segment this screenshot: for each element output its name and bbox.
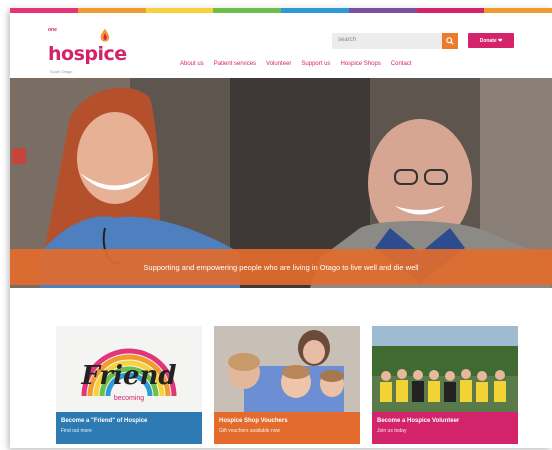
friend-badge: Friend becoming: [80, 348, 177, 402]
children-photo: [214, 326, 360, 412]
card-title: Become a Hospice Volunteer: [377, 418, 460, 424]
donate-button[interactable]: Donate ❤: [468, 33, 514, 48]
hero-banner: Supporting and empowering people who are…: [10, 78, 552, 288]
hero-caption: Supporting and empowering people who are…: [10, 249, 552, 285]
nav-item-volunteer[interactable]: Volunteer: [266, 61, 291, 67]
search-input[interactable]: search: [332, 33, 442, 49]
logo-wordmark: hospice: [48, 43, 127, 65]
card-label: Become a "Friend" of Hospice Find out mo…: [56, 412, 202, 444]
card-subtitle: Gift vouchers available now: [219, 428, 281, 434]
card-subtitle: Find out more: [61, 428, 92, 434]
nav-item-contact[interactable]: Contact: [391, 61, 412, 67]
main-nav: About us Patient services Volunteer Supp…: [180, 61, 411, 67]
site-header: one hospice South Otago search Donate ❤ …: [10, 13, 552, 81]
card-title: Hospice Shop Vouchers: [219, 418, 288, 424]
card-label: Hospice Shop Vouchers Gift vouchers avai…: [214, 412, 360, 444]
friend-badge-word: Friend: [80, 361, 176, 391]
card-subtitle: Join us today: [377, 428, 407, 434]
logo-small-text: one: [48, 27, 57, 33]
search-button[interactable]: [442, 33, 458, 49]
nav-item-patient-services[interactable]: Patient services: [214, 61, 256, 67]
card-volunteer[interactable]: Become a Hospice Volunteer Join us today: [372, 326, 518, 444]
volunteers-photo: [372, 326, 518, 412]
friend-badge-sub: becoming: [114, 395, 144, 402]
hospice-logo[interactable]: one hospice South Otago: [48, 27, 138, 77]
search-icon: [446, 37, 454, 45]
logo-tagline: South Otago: [50, 69, 73, 74]
card-title: Become a "Friend" of Hospice: [61, 418, 148, 424]
card-become-friend[interactable]: Friend becoming Become a "Friend" of Hos…: [56, 326, 202, 444]
browser-page: one hospice South Otago search Donate ❤ …: [10, 8, 552, 448]
nav-item-shops[interactable]: Hospice Shops: [340, 61, 380, 67]
card-shop-vouchers[interactable]: Hospice Shop Vouchers Gift vouchers avai…: [214, 326, 360, 444]
card-label: Become a Hospice Volunteer Join us today: [372, 412, 518, 444]
nav-item-support[interactable]: Support us: [301, 61, 330, 67]
nav-item-about[interactable]: About us: [180, 61, 204, 67]
